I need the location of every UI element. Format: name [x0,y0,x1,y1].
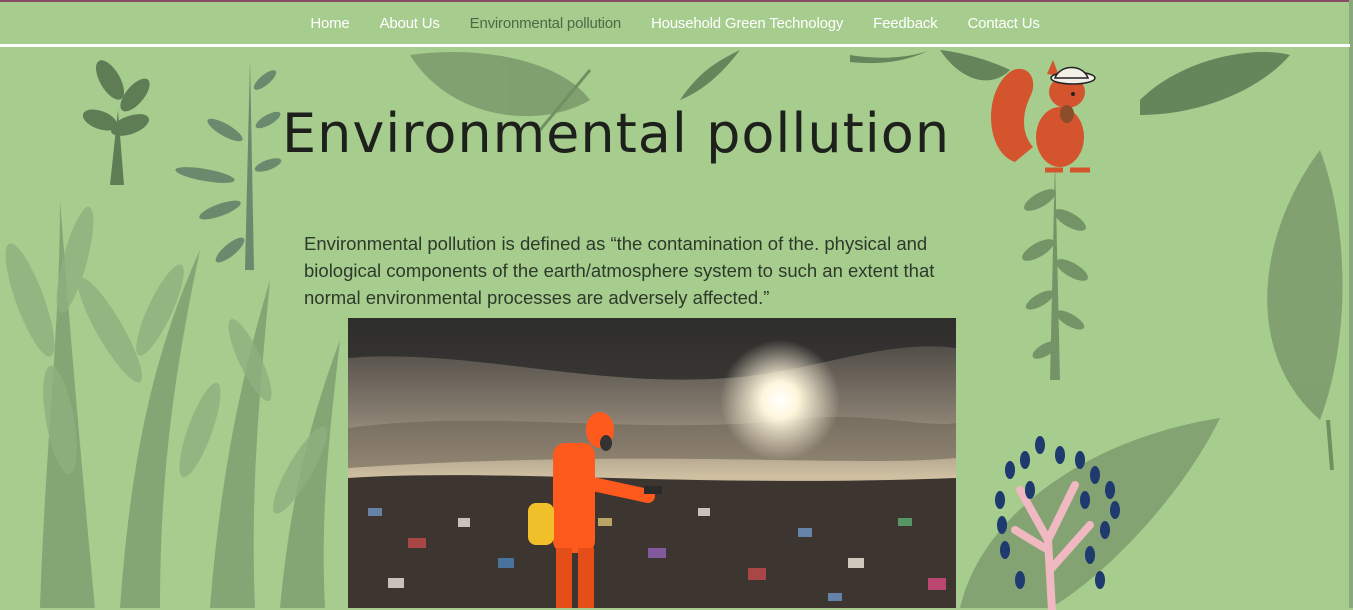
nav-household-green-technology[interactable]: Household Green Technology [636,15,858,32]
squirrel-illustration [991,60,1096,173]
pink-tree-illustration [995,436,1120,610]
nav-about-us[interactable]: About Us [365,15,455,32]
nav-divider [0,44,1350,47]
intro-paragraph: Environmental pollution is defined as “t… [304,233,935,308]
nav-home[interactable]: Home [295,15,364,32]
page-title: Environmental pollution [282,102,951,165]
nav-feedback[interactable]: Feedback [858,15,952,32]
nav-environmental-pollution[interactable]: Environmental pollution [455,15,636,32]
main-navigation: Home About Us Environmental pollution Ho… [0,2,1350,44]
pollution-photo [348,318,956,608]
nav-contact-us[interactable]: Contact Us [952,15,1054,32]
